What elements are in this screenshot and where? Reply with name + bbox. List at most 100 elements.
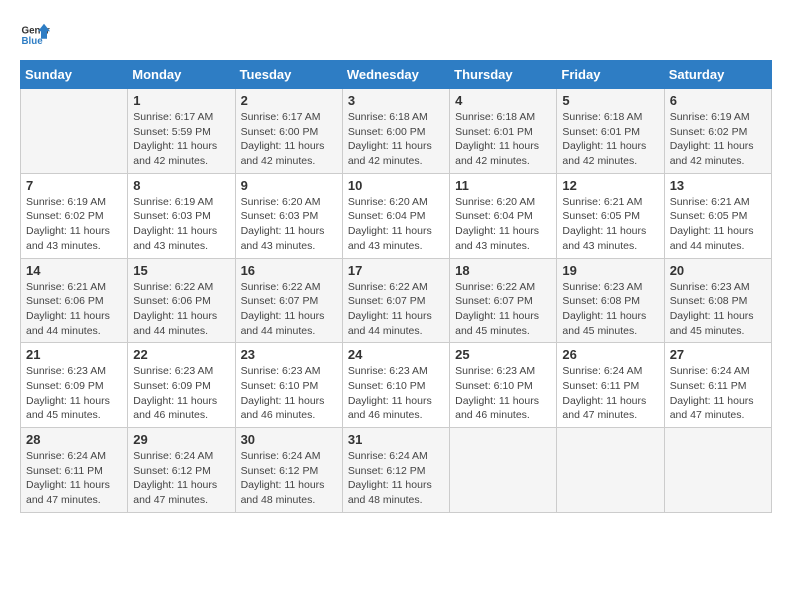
day-number: 3 (348, 93, 444, 108)
day-number: 1 (133, 93, 229, 108)
calendar-cell: 13 Sunrise: 6:21 AMSunset: 6:05 PMDayligh… (664, 173, 771, 258)
calendar-cell: 12 Sunrise: 6:21 AMSunset: 6:05 PMDayligh… (557, 173, 664, 258)
day-info: Sunrise: 6:23 AMSunset: 6:10 PMDaylight:… (241, 364, 337, 423)
calendar-cell: 30Sunrise: 6:24 AMSunset: 6:12 PMDayligh… (235, 428, 342, 513)
day-info: Sunrise: 6:20 AMSunset: 6:04 PMDaylight:… (455, 195, 551, 254)
week-row-1: 1 Sunrise: 6:17 AMSunset: 5:59 PMDaylight… (21, 89, 772, 174)
logo-icon: General Blue (20, 20, 50, 50)
day-info: Sunrise: 6:20 AMSunset: 6:03 PMDaylight:… (241, 195, 337, 254)
calendar-cell (664, 428, 771, 513)
calendar-table: SundayMondayTuesdayWednesdayThursdayFrid… (20, 60, 772, 513)
day-number: 21 (26, 347, 122, 362)
day-number: 18 (455, 263, 551, 278)
day-number: 25 (455, 347, 551, 362)
day-info: Sunrise: 6:17 AMSunset: 5:59 PMDaylight:… (133, 110, 229, 169)
day-number: 28 (26, 432, 122, 447)
svg-text:Blue: Blue (22, 36, 44, 47)
day-number: 31 (348, 432, 444, 447)
day-info: Sunrise: 6:23 AMSunset: 6:10 PMDaylight:… (348, 364, 444, 423)
day-info: Sunrise: 6:23 AMSunset: 6:10 PMDaylight:… (455, 364, 551, 423)
day-info: Sunrise: 6:24 AMSunset: 6:12 PMDaylight:… (133, 449, 229, 508)
day-number: 9 (241, 178, 337, 193)
day-info: Sunrise: 6:23 AMSunset: 6:08 PMDaylight:… (670, 280, 766, 339)
day-info: Sunrise: 6:23 AMSunset: 6:09 PMDaylight:… (133, 364, 229, 423)
day-info: Sunrise: 6:24 AMSunset: 6:11 PMDaylight:… (670, 364, 766, 423)
calendar-cell: 26Sunrise: 6:24 AMSunset: 6:11 PMDayligh… (557, 343, 664, 428)
day-info: Sunrise: 6:21 AMSunset: 6:05 PMDaylight:… (562, 195, 658, 254)
calendar-cell: 29 Sunrise: 6:24 AMSunset: 6:12 PMDayligh… (128, 428, 235, 513)
day-info: Sunrise: 6:19 AMSunset: 6:02 PMDaylight:… (26, 195, 122, 254)
calendar-cell: 4Sunrise: 6:18 AMSunset: 6:01 PMDaylight… (450, 89, 557, 174)
day-info: Sunrise: 6:19 AMSunset: 6:03 PMDaylight:… (133, 195, 229, 254)
day-number: 16 (241, 263, 337, 278)
week-row-2: 7 Sunrise: 6:19 AMSunset: 6:02 PMDaylight… (21, 173, 772, 258)
day-info: Sunrise: 6:21 AMSunset: 6:06 PMDaylight:… (26, 280, 122, 339)
calendar-cell: 31 Sunrise: 6:24 AMSunset: 6:12 PMDayligh… (342, 428, 449, 513)
day-number: 13 (670, 178, 766, 193)
calendar-cell: 16Sunrise: 6:22 AMSunset: 6:07 PMDayligh… (235, 258, 342, 343)
calendar-cell: 8 Sunrise: 6:19 AMSunset: 6:03 PMDaylight… (128, 173, 235, 258)
day-number: 15 (133, 263, 229, 278)
day-number: 6 (670, 93, 766, 108)
calendar-cell: 14 Sunrise: 6:21 AMSunset: 6:06 PMDayligh… (21, 258, 128, 343)
day-info: Sunrise: 6:22 AMSunset: 6:07 PMDaylight:… (348, 280, 444, 339)
calendar-cell: 17 Sunrise: 6:22 AMSunset: 6:07 PMDayligh… (342, 258, 449, 343)
day-number: 17 (348, 263, 444, 278)
page-header: General Blue (20, 20, 772, 50)
day-info: Sunrise: 6:18 AMSunset: 6:01 PMDaylight:… (562, 110, 658, 169)
day-number: 8 (133, 178, 229, 193)
calendar-cell: 18 Sunrise: 6:22 AMSunset: 6:07 PMDayligh… (450, 258, 557, 343)
day-info: Sunrise: 6:20 AMSunset: 6:04 PMDaylight:… (348, 195, 444, 254)
header-day-sunday: Sunday (21, 61, 128, 89)
calendar-cell: 22 Sunrise: 6:23 AMSunset: 6:09 PMDayligh… (128, 343, 235, 428)
calendar-cell (450, 428, 557, 513)
day-number: 24 (348, 347, 444, 362)
day-info: Sunrise: 6:23 AMSunset: 6:08 PMDaylight:… (562, 280, 658, 339)
day-info: Sunrise: 6:23 AMSunset: 6:09 PMDaylight:… (26, 364, 122, 423)
day-number: 14 (26, 263, 122, 278)
calendar-cell: 9 Sunrise: 6:20 AMSunset: 6:03 PMDaylight… (235, 173, 342, 258)
day-info: Sunrise: 6:24 AMSunset: 6:11 PMDaylight:… (562, 364, 658, 423)
day-info: Sunrise: 6:22 AMSunset: 6:06 PMDaylight:… (133, 280, 229, 339)
header-day-monday: Monday (128, 61, 235, 89)
calendar-cell: 3Sunrise: 6:18 AMSunset: 6:00 PMDaylight… (342, 89, 449, 174)
day-info: Sunrise: 6:24 AMSunset: 6:12 PMDaylight:… (348, 449, 444, 508)
day-number: 27 (670, 347, 766, 362)
calendar-cell (21, 89, 128, 174)
header-day-tuesday: Tuesday (235, 61, 342, 89)
day-number: 20 (670, 263, 766, 278)
day-number: 29 (133, 432, 229, 447)
day-number: 12 (562, 178, 658, 193)
week-row-5: 28 Sunrise: 6:24 AMSunset: 6:11 PMDayligh… (21, 428, 772, 513)
calendar-cell: 19Sunrise: 6:23 AMSunset: 6:08 PMDayligh… (557, 258, 664, 343)
week-row-3: 14 Sunrise: 6:21 AMSunset: 6:06 PMDayligh… (21, 258, 772, 343)
day-info: Sunrise: 6:21 AMSunset: 6:05 PMDaylight:… (670, 195, 766, 254)
day-number: 7 (26, 178, 122, 193)
calendar-cell: 28 Sunrise: 6:24 AMSunset: 6:11 PMDayligh… (21, 428, 128, 513)
calendar-cell: 15 Sunrise: 6:22 AMSunset: 6:06 PMDayligh… (128, 258, 235, 343)
header-day-thursday: Thursday (450, 61, 557, 89)
calendar-cell: 27 Sunrise: 6:24 AMSunset: 6:11 PMDayligh… (664, 343, 771, 428)
calendar-cell: 23 Sunrise: 6:23 AMSunset: 6:10 PMDayligh… (235, 343, 342, 428)
calendar-cell: 24 Sunrise: 6:23 AMSunset: 6:10 PMDayligh… (342, 343, 449, 428)
day-number: 22 (133, 347, 229, 362)
calendar-cell: 21 Sunrise: 6:23 AMSunset: 6:09 PMDayligh… (21, 343, 128, 428)
day-info: Sunrise: 6:24 AMSunset: 6:12 PMDaylight:… (241, 449, 337, 508)
day-number: 5 (562, 93, 658, 108)
day-number: 23 (241, 347, 337, 362)
week-row-4: 21 Sunrise: 6:23 AMSunset: 6:09 PMDayligh… (21, 343, 772, 428)
calendar-cell: 1 Sunrise: 6:17 AMSunset: 5:59 PMDaylight… (128, 89, 235, 174)
calendar-cell: 2 Sunrise: 6:17 AMSunset: 6:00 PMDaylight… (235, 89, 342, 174)
day-info: Sunrise: 6:24 AMSunset: 6:11 PMDaylight:… (26, 449, 122, 508)
day-number: 2 (241, 93, 337, 108)
day-info: Sunrise: 6:17 AMSunset: 6:00 PMDaylight:… (241, 110, 337, 169)
header-row: SundayMondayTuesdayWednesdayThursdayFrid… (21, 61, 772, 89)
day-info: Sunrise: 6:19 AMSunset: 6:02 PMDaylight:… (670, 110, 766, 169)
day-info: Sunrise: 6:22 AMSunset: 6:07 PMDaylight:… (455, 280, 551, 339)
day-number: 4 (455, 93, 551, 108)
day-number: 10 (348, 178, 444, 193)
header-day-wednesday: Wednesday (342, 61, 449, 89)
header-day-friday: Friday (557, 61, 664, 89)
calendar-cell: 11Sunrise: 6:20 AMSunset: 6:04 PMDayligh… (450, 173, 557, 258)
calendar-cell: 6 Sunrise: 6:19 AMSunset: 6:02 PMDaylight… (664, 89, 771, 174)
